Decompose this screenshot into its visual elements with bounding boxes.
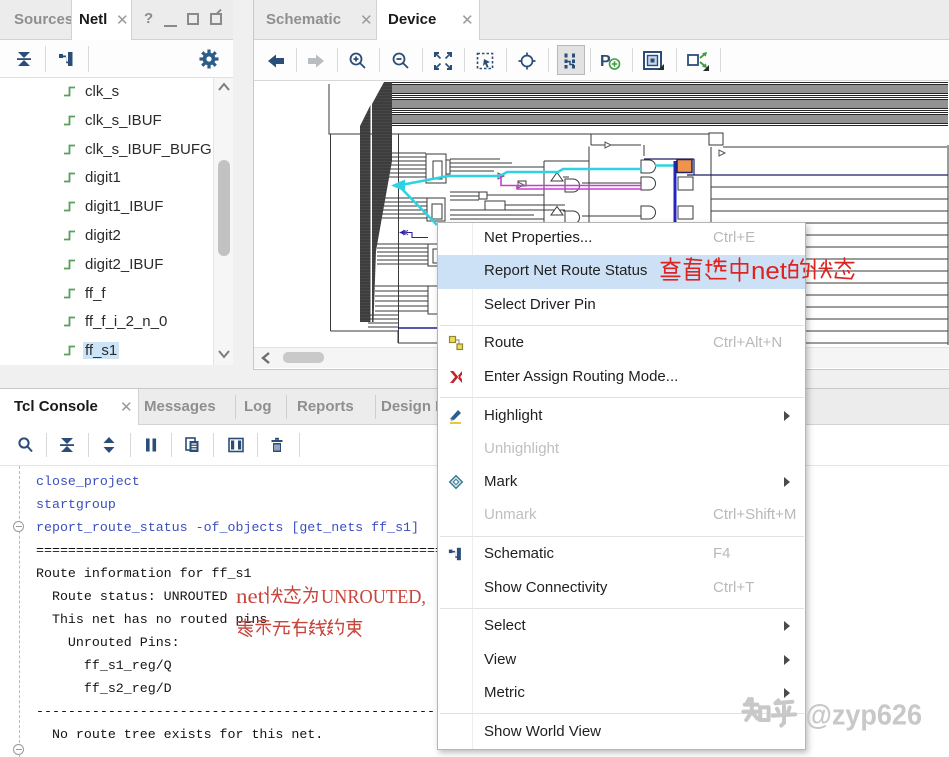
svg-text:net: net — [751, 258, 787, 285]
svg-text:UNROUTED,: UNROUTED, — [321, 586, 426, 608]
svg-text:@zyp626: @zyp626 — [798, 699, 922, 731]
svg-text:net: net — [236, 586, 265, 608]
